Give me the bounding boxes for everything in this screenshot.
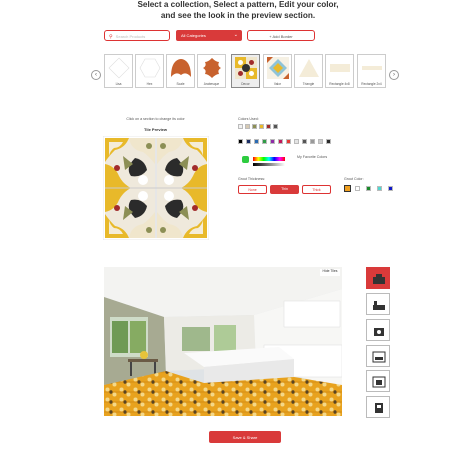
- room-thumb-laundry[interactable]: [366, 319, 390, 341]
- room-thumb-patio[interactable]: [366, 396, 390, 418]
- palette-swatch[interactable]: [238, 139, 243, 144]
- grout-color-swatch[interactable]: [344, 185, 351, 192]
- tile-quadrant[interactable]: [157, 188, 207, 238]
- shape-label: Scale: [176, 82, 185, 86]
- grout-color-swatch[interactable]: [377, 186, 382, 191]
- search-placeholder: Search Products: [115, 34, 146, 39]
- palette-swatch[interactable]: [262, 139, 267, 144]
- palette-swatch[interactable]: [254, 139, 259, 144]
- palette-swatch[interactable]: [278, 139, 283, 144]
- tile-quadrant[interactable]: [105, 188, 155, 238]
- palette-swatch[interactable]: [270, 139, 275, 144]
- grout-none-button[interactable]: None: [238, 185, 267, 194]
- save-share-button[interactable]: Save & Share: [209, 431, 281, 443]
- tile-preview-grid[interactable]: [103, 136, 209, 240]
- shape-label: Hex: [146, 82, 153, 86]
- grout-color-swatches: [344, 185, 394, 192]
- chevron-right-icon: ›: [393, 72, 395, 78]
- color-swatch[interactable]: [245, 124, 250, 129]
- grout-color-label: Grout Color:: [344, 177, 364, 181]
- add-border-button[interactable]: + Add Border: [247, 30, 315, 41]
- rectangle-shape-icon: [362, 66, 382, 70]
- colors-used-swatches: [238, 124, 298, 130]
- grout-color-swatch[interactable]: [355, 186, 360, 191]
- room-thumb-living[interactable]: [366, 345, 390, 367]
- grout-color-swatch[interactable]: [388, 186, 393, 191]
- palette-swatch[interactable]: [310, 139, 315, 144]
- palette-swatch[interactable]: [286, 139, 291, 144]
- palette-swatch[interactable]: [318, 139, 323, 144]
- valor-shape-icon: [267, 57, 289, 79]
- laundry-icon: [374, 328, 384, 336]
- arabesque-shape-icon: [203, 58, 221, 78]
- chevron-left-icon: ‹: [95, 72, 97, 78]
- hide-tiles-toggle[interactable]: Hide Tiles: [320, 269, 340, 273]
- living-room-icon: [372, 351, 386, 363]
- category-select[interactable]: All Categories ⌄: [176, 30, 242, 41]
- page-instructions: Select a collection, Select a pattern, E…: [0, 0, 476, 21]
- tile-editor-instruction: Click on a section to change its color: [126, 117, 185, 121]
- favorite-color-swatch[interactable]: [242, 156, 249, 163]
- lisa-shape-icon: [108, 57, 130, 79]
- color-swatch[interactable]: [238, 124, 243, 129]
- shape-label: Rectangle 4x8: [329, 82, 350, 86]
- my-favorite-colors-label: My Favorite Colors: [297, 155, 328, 159]
- palette-swatch[interactable]: [326, 139, 331, 144]
- category-selected-label: All Categories: [181, 33, 206, 38]
- room-preview: [104, 267, 342, 416]
- shape-label: Rectangle 2x4: [361, 82, 382, 86]
- tile-quadrant[interactable]: [157, 138, 207, 188]
- tile-quadrant[interactable]: [105, 138, 155, 188]
- instructions-line-1: Select a collection, Select a pattern, E…: [137, 0, 339, 9]
- shape-scale[interactable]: Scale: [166, 54, 195, 88]
- grout-thickness-label: Grout Thickness:: [238, 177, 266, 181]
- colors-used-label: Colors Used:: [238, 117, 259, 121]
- search-icon: ⚲: [109, 34, 113, 40]
- shape-label: Lisa: [115, 82, 122, 86]
- palette-swatch[interactable]: [302, 139, 307, 144]
- palette-swatch[interactable]: [294, 139, 299, 144]
- shape-hex[interactable]: Hex: [135, 54, 164, 88]
- chevron-down-icon: ⌄: [233, 32, 238, 38]
- grout-color-swatch[interactable]: [366, 186, 371, 191]
- color-swatch[interactable]: [252, 124, 257, 129]
- shape-decor[interactable]: Decor: [231, 54, 260, 88]
- color-swatch[interactable]: [266, 124, 271, 129]
- room-thumb-dining[interactable]: [366, 370, 390, 392]
- scale-shape-icon: [171, 59, 191, 77]
- search-input[interactable]: ⚲ Search Products: [104, 30, 170, 41]
- shape-label: Arabesque: [203, 82, 220, 86]
- hue-slider[interactable]: [253, 157, 285, 161]
- hex-shape-icon: [139, 58, 161, 78]
- shape-label: Valor: [273, 82, 282, 86]
- brightness-slider[interactable]: [253, 163, 285, 166]
- dining-room-icon: [372, 376, 386, 388]
- shape-label: Decor: [241, 82, 250, 86]
- room-thumb-bathroom[interactable]: [366, 293, 390, 315]
- palette-swatch[interactable]: [246, 139, 251, 144]
- color-swatch[interactable]: [259, 124, 264, 129]
- shape-lisa[interactable]: Lisa: [104, 54, 133, 88]
- color-swatch[interactable]: [273, 124, 278, 129]
- color-palette-row: [238, 139, 338, 145]
- grout-thin-button[interactable]: Thin: [270, 185, 299, 194]
- instructions-line-2: and see the look in the preview section.: [160, 11, 316, 20]
- shape-rectangle-2x4[interactable]: Rectangle 2x4: [357, 54, 386, 88]
- room-thumb-kitchen[interactable]: [366, 267, 390, 289]
- carousel-next-button[interactable]: ›: [389, 70, 399, 80]
- shape-rectangle-4x8[interactable]: Rectangle 4x8: [325, 54, 354, 88]
- tile-preview-title: Tile Preview: [143, 127, 168, 132]
- triangle-shape-icon: [299, 59, 319, 77]
- shape-valor[interactable]: Valor: [263, 54, 292, 88]
- shape-triangle[interactable]: Triangle: [294, 54, 323, 88]
- grout-thick-button[interactable]: Thick: [302, 185, 331, 194]
- kitchen-icon: [373, 274, 385, 284]
- shape-label: Triangle: [302, 82, 315, 86]
- bathroom-icon: [373, 301, 385, 310]
- shape-arabesque[interactable]: Arabesque: [197, 54, 226, 88]
- decor-shape-icon: [235, 57, 257, 79]
- patio-icon: [375, 403, 383, 413]
- rectangle-shape-icon: [330, 64, 350, 72]
- carousel-prev-button[interactable]: ‹: [91, 70, 101, 80]
